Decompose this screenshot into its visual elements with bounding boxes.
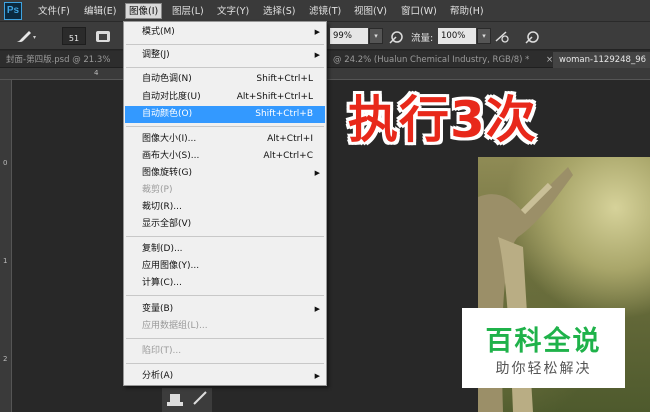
menu-item-label: 自动颜色(O) — [142, 109, 193, 119]
menu-item-crop[interactable]: 裁剪(P) — [125, 182, 325, 199]
instruction-title: 执行3次 — [348, 91, 537, 149]
menu-item-label: 自动对比度(U) — [142, 92, 201, 102]
menu-item-image-rotation[interactable]: 图像旋转(G) ▶ — [125, 165, 325, 182]
menu-item-auto-tone[interactable]: 自动色调(N) Shift+Ctrl+L — [125, 71, 325, 88]
menu-item-canvas-size[interactable]: 画布大小(S)... Alt+Ctrl+C — [125, 148, 325, 165]
menu-window[interactable]: 窗口(W) — [398, 4, 440, 20]
brush-tool-icon[interactable] — [13, 28, 37, 44]
menu-item-label: 应用图像(Y)... — [142, 261, 200, 271]
watermark-badge: 百科全说 助你轻松解决 — [462, 308, 625, 388]
menu-filter[interactable]: 滤镜(T) — [306, 4, 344, 20]
submenu-arrow-icon: ▶ — [314, 169, 320, 177]
clone-source-icon[interactable] — [95, 28, 111, 44]
menu-item-label: 裁切(R)... — [142, 202, 182, 212]
menu-layer[interactable]: 图层(L) — [169, 4, 207, 20]
menu-item-label: 图像旋转(G) — [142, 168, 192, 178]
menu-item-shortcut: Shift+Ctrl+B — [255, 109, 313, 119]
menu-separator — [126, 44, 324, 45]
submenu-arrow-icon: ▶ — [314, 51, 320, 59]
menu-separator — [126, 295, 324, 296]
menu-item-analysis[interactable]: 分析(A) ▶ — [125, 368, 325, 385]
airbrush-icon[interactable] — [494, 29, 510, 45]
menu-item-shortcut: Alt+Ctrl+I — [267, 134, 313, 144]
menu-bar: Ps 文件(F) 编辑(E) 图像(I) 图层(L) 文字(Y) 选择(S) 滤… — [0, 0, 650, 22]
menu-item-shortcut: Alt+Ctrl+C — [263, 151, 313, 161]
ruler-left: 0 1 2 — [0, 80, 12, 412]
menu-item-label: 应用数据组(L)... — [142, 321, 208, 331]
menu-item-label: 自动色调(N) — [142, 74, 192, 84]
tab-document-3[interactable]: woman-1129248_96 — [553, 52, 650, 68]
menu-item-label: 变量(B) — [142, 304, 174, 314]
submenu-arrow-icon: ▶ — [314, 372, 320, 380]
menu-separator — [126, 67, 324, 68]
menu-item-label: 模式(M) — [142, 27, 175, 37]
opacity-field[interactable]: 99% — [330, 28, 368, 44]
menu-image[interactable]: 图像(I) — [125, 3, 163, 19]
tab-document-1[interactable]: 封面-第四版.psd @ 21.3% — [0, 52, 125, 68]
menu-item-label: 分析(A) — [142, 371, 174, 381]
menu-item-adjustments[interactable]: 调整(J) ▶ — [125, 47, 325, 64]
menu-item-image-size[interactable]: 图像大小(I)... Alt+Ctrl+I — [125, 131, 325, 148]
badge-subtitle: 助你轻松解决 — [495, 361, 592, 377]
menu-item-shortcut: Alt+Shift+Ctrl+L — [236, 92, 313, 102]
opacity-dropdown-button[interactable]: ▾ — [369, 28, 383, 44]
menu-item-apply-image[interactable]: 应用图像(Y)... — [125, 258, 325, 275]
menu-view[interactable]: 视图(V) — [351, 4, 390, 20]
menu-separator — [126, 363, 324, 364]
menu-separator — [126, 236, 324, 237]
flow-dropdown-button[interactable]: ▾ — [477, 28, 491, 44]
menu-item-label: 裁剪(P) — [142, 185, 173, 195]
pressure-opacity-icon[interactable] — [388, 29, 404, 45]
menu-item-label: 计算(C)... — [142, 278, 182, 288]
menu-item-variables[interactable]: 变量(B) ▶ — [125, 301, 325, 318]
menu-item-trap[interactable]: 陷印(T)... — [125, 343, 325, 360]
badge-title: 百科全说 — [485, 326, 602, 357]
ruler-top-label: 4 — [94, 69, 99, 77]
ruler-left-label: 1 — [3, 257, 8, 265]
menu-item-shortcut: Shift+Ctrl+L — [256, 74, 313, 84]
menu-help[interactable]: 帮助(H) — [447, 4, 487, 20]
photoshop-logo: Ps — [4, 2, 22, 20]
menu-item-label: 图像大小(I)... — [142, 134, 197, 144]
menu-item-label: 陷印(T)... — [142, 346, 182, 356]
menu-item-calculations[interactable]: 计算(C)... — [125, 275, 325, 292]
tool-panel-fragment — [162, 388, 212, 412]
tab-close-icon[interactable]: × — [540, 52, 552, 68]
tab-document-2[interactable]: @ 24.2% (Hualun Chemical Industry, RGB/8… — [327, 52, 545, 68]
flow-field[interactable]: 100% — [438, 28, 476, 44]
menu-item-duplicate[interactable]: 复制(D)... — [125, 241, 325, 258]
menu-item-mode[interactable]: 模式(M) ▶ — [125, 24, 325, 41]
submenu-arrow-icon: ▶ — [314, 28, 320, 36]
menu-item-label: 复制(D)... — [142, 244, 183, 254]
image-menu-dropdown: 模式(M) ▶ 调整(J) ▶ 自动色调(N) Shift+Ctrl+L 自动对… — [123, 21, 327, 386]
menu-item-auto-contrast[interactable]: 自动对比度(U) Alt+Shift+Ctrl+L — [125, 89, 325, 106]
submenu-arrow-icon: ▶ — [314, 305, 320, 313]
brush-size-picker[interactable]: 51 — [62, 27, 86, 45]
menu-item-apply-data-set[interactable]: 应用数据组(L)... — [125, 318, 325, 335]
menu-item-label: 调整(J) — [142, 50, 170, 60]
menu-select[interactable]: 选择(S) — [260, 4, 298, 20]
flow-label: 流量: — [411, 33, 434, 44]
menu-item-label: 显示全部(V) — [142, 219, 192, 229]
menu-item-auto-color[interactable]: 自动颜色(O) Shift+Ctrl+B — [125, 106, 325, 123]
ruler-left-label: 2 — [3, 355, 8, 363]
menu-item-reveal-all[interactable]: 显示全部(V) — [125, 216, 325, 233]
menu-separator — [126, 126, 324, 127]
menu-item-trim[interactable]: 裁切(R)... — [125, 199, 325, 216]
menu-file[interactable]: 文件(F) — [35, 4, 73, 20]
stamp-tool-icon[interactable] — [162, 388, 212, 412]
menu-type[interactable]: 文字(Y) — [214, 4, 252, 20]
menu-separator — [126, 338, 324, 339]
menu-item-label: 画布大小(S)... — [142, 151, 200, 161]
menu-edit[interactable]: 编辑(E) — [81, 4, 119, 20]
pressure-size-icon[interactable] — [524, 29, 540, 45]
ruler-left-label: 0 — [3, 159, 8, 167]
